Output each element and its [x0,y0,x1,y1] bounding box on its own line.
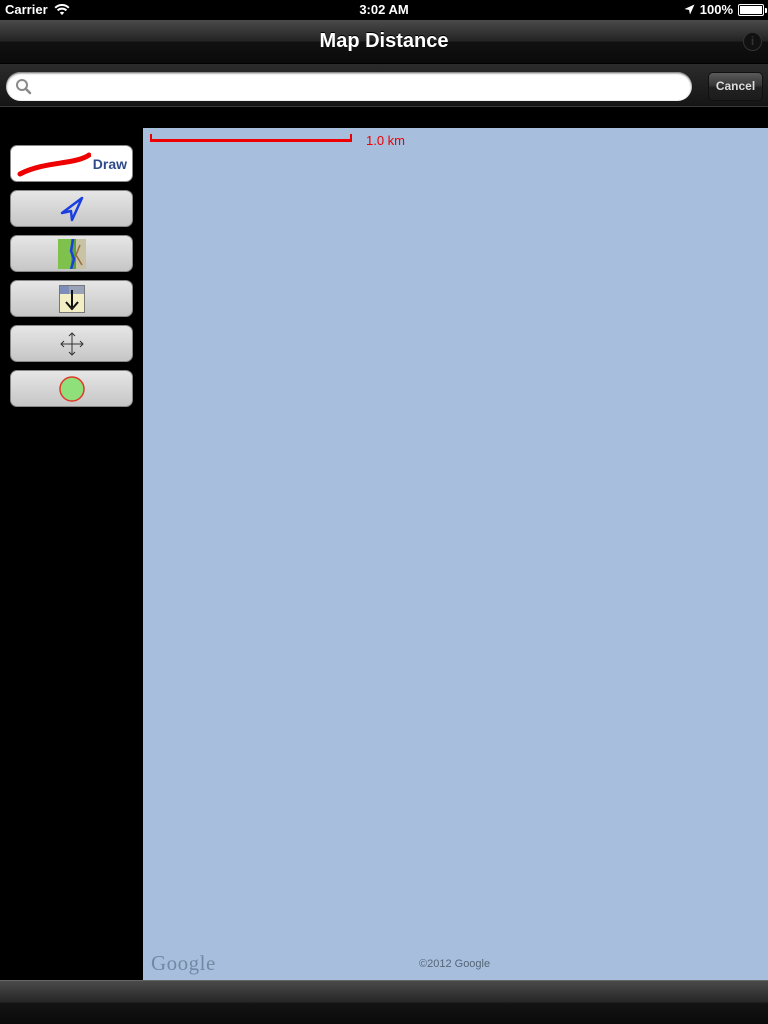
draw-label: Draw [92,156,127,172]
drop-tool-button[interactable] [10,280,133,317]
navigate-tool-button[interactable] [10,190,133,227]
marker-tool-button[interactable] [10,370,133,407]
move-arrows-icon [59,331,84,356]
location-arrow-icon [684,4,695,15]
search-icon [16,79,32,95]
status-bar: Carrier 3:02 AM 100% [0,0,768,20]
draw-tool-button[interactable]: Draw [10,145,133,182]
search-bar: Cancel [0,64,768,107]
scale-label: 1.0 km [366,133,406,148]
map-thumbnail-icon [57,238,86,269]
cancel-button[interactable]: Cancel [708,72,763,101]
battery-icon [738,3,767,16]
bottom-toolbar [0,980,768,1024]
drop-arrow-icon [58,284,85,313]
battery-fill [740,5,762,14]
red-line-icon [17,152,91,177]
info-icon[interactable]: i [743,32,762,51]
map-copyright: ©2012 Google [419,958,491,970]
navigation-bar: Map Distance i [0,20,768,64]
battery-percent: 100% [699,2,733,17]
status-time: 3:02 AM [359,2,409,17]
status-right: 100% [684,2,767,17]
google-logo: Google [151,951,216,975]
map-view[interactable]: 1.0 km Google ©2012 Google [143,128,768,980]
green-circle-icon [58,375,85,402]
pan-tool-button[interactable] [10,325,133,362]
blue-arrow-icon [60,196,83,221]
page-title: Map Distance [319,30,449,52]
search-input[interactable] [36,76,676,97]
tool-palette: Draw [10,145,133,415]
scale-bar [150,134,352,142]
map-type-tool-button[interactable] [10,235,133,272]
search-field[interactable] [6,72,692,101]
